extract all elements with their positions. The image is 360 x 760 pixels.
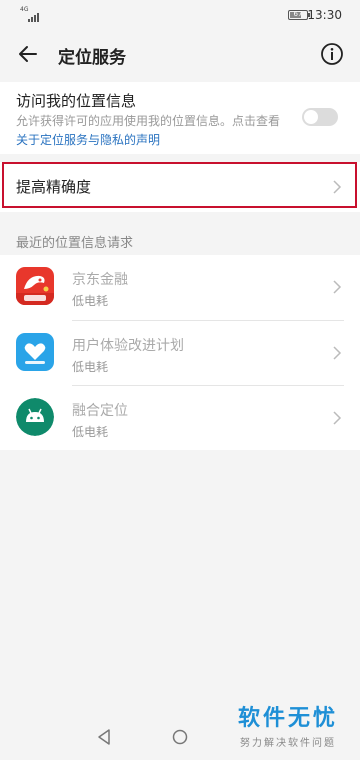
location-access-title: 访问我的位置信息 <box>16 92 137 110</box>
chevron-right-icon <box>333 346 342 360</box>
page-title: 定位服务 <box>58 48 126 68</box>
privacy-statement-link[interactable]: 关于定位服务与隐私的声明 <box>16 133 160 147</box>
android-icon <box>16 398 54 436</box>
toggle-knob <box>304 110 318 124</box>
clock: 13:30 <box>307 8 342 22</box>
chevron-right-icon <box>333 411 342 425</box>
jd-finance-icon <box>16 267 54 305</box>
nav-home-icon[interactable] <box>172 729 188 745</box>
signal-icon: 4G <box>20 6 42 22</box>
user-experience-icon <box>16 333 54 371</box>
nav-back-icon[interactable] <box>96 728 112 746</box>
app-name: 融合定位 <box>72 403 128 419</box>
app-power-usage: 低电耗 <box>72 360 109 374</box>
app-bar: 定位服务 <box>0 30 360 78</box>
app-power-usage: 低电耗 <box>72 294 109 308</box>
list-item[interactable]: 用户体验改进计划 低电耗 <box>0 321 360 385</box>
recent-apps-list: 京东金融 低电耗 用户体验改进计划 低电耗 融合定位 低电耗 <box>0 255 360 450</box>
back-arrow-icon[interactable] <box>16 42 40 66</box>
list-item[interactable]: 京东金融 低电耗 <box>0 255 360 319</box>
system-nav-bar <box>0 720 360 760</box>
app-name: 京东金融 <box>72 272 128 288</box>
location-access-toggle[interactable] <box>302 108 338 126</box>
status-bar: 4G 67 13:30 <box>0 0 360 30</box>
highlight-box <box>2 162 357 208</box>
location-access-desc-text: 允许获得许可的应用使用我的位置信息。点击查看 <box>16 114 281 128</box>
recent-requests-header: 最近的位置信息请求 <box>16 236 134 251</box>
app-name: 用户体验改进计划 <box>72 338 184 354</box>
chevron-right-icon <box>333 280 342 294</box>
battery-level-label: 67 <box>293 10 303 18</box>
location-access-description: 允许获得许可的应用使用我的位置信息。点击查看关于定位服务与隐私的声明 <box>16 112 284 150</box>
info-icon[interactable] <box>320 42 344 66</box>
app-power-usage: 低电耗 <box>72 425 109 439</box>
battery-icon: 67 <box>288 10 310 20</box>
network-type-label: 4G <box>20 6 29 13</box>
list-item[interactable]: 融合定位 低电耗 <box>0 386 360 450</box>
